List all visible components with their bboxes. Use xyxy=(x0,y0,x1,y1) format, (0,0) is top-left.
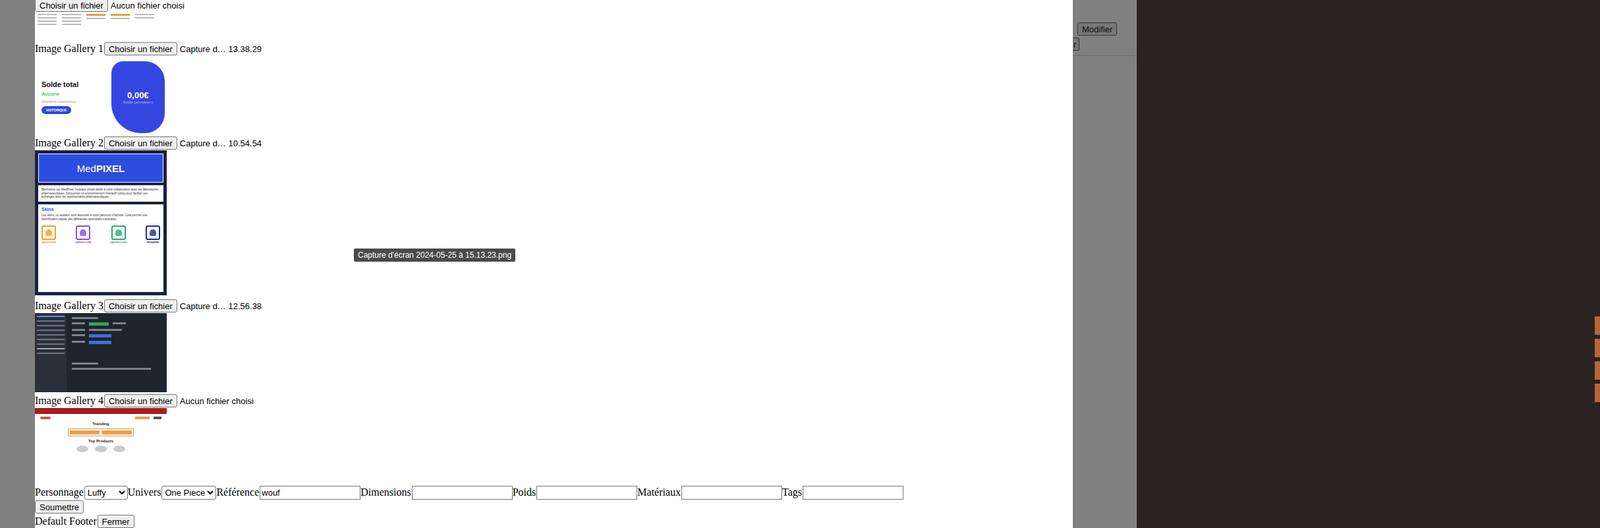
brand-header: MedPIXEL xyxy=(38,153,164,183)
field-label: Référence xyxy=(216,486,259,499)
image-preview xyxy=(34,313,167,393)
background-page: Modifier r xyxy=(1072,0,1137,528)
field-label: Poids xyxy=(512,486,537,499)
delete-button[interactable]: r xyxy=(1072,37,1080,51)
choose-file-button[interactable]: Choisir un fichier xyxy=(104,42,178,56)
choose-file-button[interactable]: Choisir un fichier xyxy=(34,0,109,12)
field-label: Personnage xyxy=(34,486,84,499)
upload-row: Image Gallery 1 Choisir un fichier Captu… xyxy=(34,41,1073,57)
upload-label: Image Gallery 4 xyxy=(34,394,104,407)
choose-file-button[interactable]: Choisir un fichier xyxy=(104,136,178,150)
products-title: Top Products xyxy=(88,438,114,443)
skins-text: Les skins, ou avatars, sont associés à v… xyxy=(41,213,161,221)
field-input[interactable] xyxy=(411,485,513,500)
tooltip: Capture d'écran 2024-05-25 à 15.13.23.pn… xyxy=(353,248,516,262)
footer: Default Footer Fermer xyxy=(34,514,1073,528)
skin-icon xyxy=(145,225,161,240)
balance-status: Aucune xyxy=(41,90,105,97)
field-label: Tags xyxy=(782,486,802,499)
file-name: Aucun fichier choisi xyxy=(179,396,254,406)
modal: Choisir un fichier Aucun fichier choisi … xyxy=(34,0,1073,528)
image-preview: Solde total Aucune Dernière connexion HI… xyxy=(34,61,165,134)
skins-title: Skins xyxy=(41,206,161,212)
balance-title: Solde total xyxy=(41,80,105,89)
skin-icon xyxy=(75,225,91,240)
dark-area xyxy=(1136,0,1600,528)
field-input[interactable] xyxy=(681,485,783,500)
field-select[interactable]: Luffy xyxy=(84,485,128,500)
modify-button[interactable]: Modifier xyxy=(1077,22,1117,36)
overlay xyxy=(0,0,35,528)
submit-row: Soumettre xyxy=(34,499,1073,515)
field-input[interactable] xyxy=(802,485,904,500)
upload-row: Image Gallery 2 Choisir un fichier Captu… xyxy=(34,135,1073,151)
upload-label: Image Gallery 1 xyxy=(34,42,104,55)
skin-item: PEDIATRIE xyxy=(145,225,161,244)
file-name: Aucun fichier choisi xyxy=(110,0,185,11)
upload-row: Image Gallery 3 Choisir un fichier Captu… xyxy=(34,298,1073,314)
balance-note: Dernière connexion xyxy=(41,99,105,104)
skin-item: ANESTHÉSIE xyxy=(41,225,57,244)
history-button: HISTORIQUE xyxy=(41,106,72,115)
balance-caption: Solde permanent xyxy=(122,100,153,105)
field-label: Matériaux xyxy=(637,486,681,499)
field-label: Dimensions xyxy=(360,486,411,499)
field-input[interactable] xyxy=(259,485,361,500)
image-preview: MedPIXEL Bienvenue sur MedPixel, l'espac… xyxy=(34,150,167,296)
image-preview xyxy=(34,12,157,33)
screen: Choisir un fichier Aucun fichier choisi … xyxy=(0,0,1600,528)
field-label: Univers xyxy=(127,486,162,499)
file-name: Capture d… 10.54.54 xyxy=(179,138,262,149)
skin-icon xyxy=(111,225,126,240)
skin-item: CARDIOLOGIE xyxy=(75,225,92,244)
choose-file-button[interactable]: Choisir un fichier xyxy=(104,394,178,408)
intro-text: Bienvenue sur MedPixel, l'espace virtuel… xyxy=(41,187,161,200)
choose-file-button[interactable]: Choisir un fichier xyxy=(104,299,178,313)
field-select[interactable]: One Piece xyxy=(161,485,217,500)
balance-amount: 0,00€ xyxy=(127,90,149,101)
skin-icon xyxy=(41,225,57,240)
upload-row: Choisir un fichier Aucun fichier choisi xyxy=(34,0,1073,13)
trending-title: Trending xyxy=(92,421,109,426)
footer-text: Default Footer xyxy=(34,515,97,528)
form-row: Personnage LuffyUnivers One PieceRéféren… xyxy=(34,485,1073,500)
image-preview: Trending Top Products xyxy=(34,407,167,485)
file-name: Capture d… 13.38.29 xyxy=(179,44,262,55)
field-input[interactable] xyxy=(536,485,638,500)
skins-card: Skins Les skins, ou avatars, sont associ… xyxy=(38,204,164,292)
upload-label: Image Gallery 2 xyxy=(34,137,104,149)
intro-card: Bienvenue sur MedPixel, l'espace virtuel… xyxy=(38,185,164,202)
submit-button[interactable]: Soumettre xyxy=(34,500,84,514)
upload-row: Image Gallery 4 Choisir un fichier Aucun… xyxy=(34,393,1073,408)
skin-item: GASTROLOGIE xyxy=(110,225,128,244)
file-name: Capture d… 12.56.38 xyxy=(179,301,262,312)
balance-card: Solde total Aucune Dernière connexion HI… xyxy=(34,75,112,120)
balance-circle: 0,00€ Solde permanent xyxy=(111,61,165,134)
upload-label: Image Gallery 3 xyxy=(34,299,104,312)
close-button[interactable]: Fermer xyxy=(97,514,135,528)
